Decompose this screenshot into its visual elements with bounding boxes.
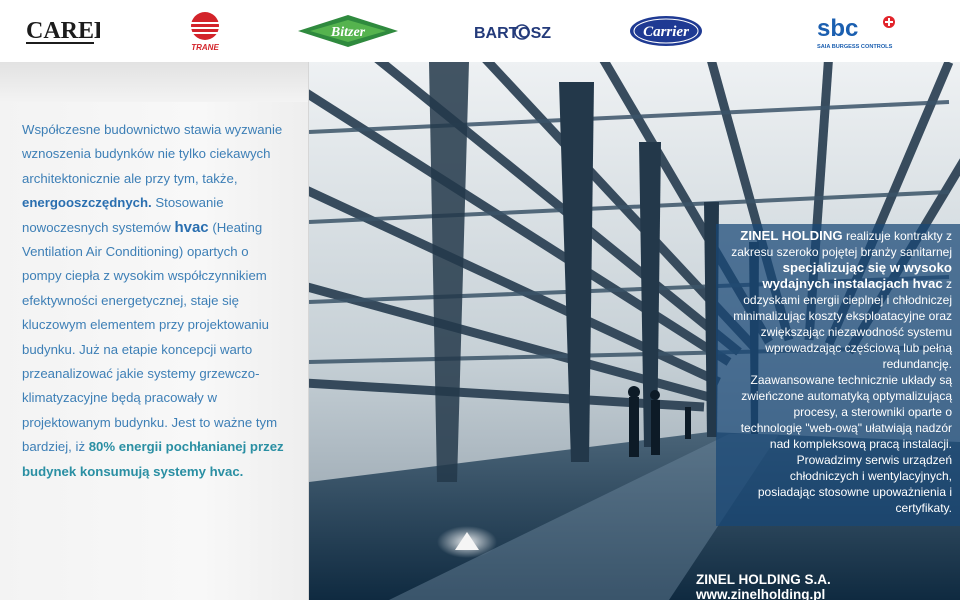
intro-line: energooszczędnych. Stosowanie (22, 195, 224, 211)
svg-text:sbc: sbc (817, 15, 858, 42)
intro-line: projektowanym budynku. Jest to ważne tym (22, 414, 278, 430)
intro-line: Ventilation Air Conditioning) opartych o (22, 244, 249, 260)
intro-line: budynek konsumują systemy hvac. (22, 463, 244, 479)
info-line: chłodniczych i wentylacyjnych, (789, 469, 952, 483)
carel-logo: CAREL (20, 0, 100, 62)
sbc-cross-icon (883, 16, 895, 28)
info-line: Prowadzimy serwis urządzeń (796, 453, 952, 467)
intro-line: budynku. Już na etapie koncepcji warto (22, 341, 253, 357)
info-line: nad kompleksową pracą instalacji. (769, 437, 952, 451)
bitzer-logo: Bitzer (296, 0, 400, 62)
svg-text:Bitzer: Bitzer (330, 25, 366, 40)
info-line: procesy, a sterowniki oparte o (793, 405, 952, 419)
info-line: redundancję. (882, 357, 952, 371)
info-line: ZINEL HOLDING realizuje kontrakty z (740, 228, 952, 243)
svg-text:SAIA BURGESS CONTROLS: SAIA BURGESS CONTROLS (817, 44, 893, 50)
company-name: ZINEL HOLDING (740, 228, 843, 243)
svg-text:BARTOSZ: BARTOSZ (474, 25, 551, 42)
svg-text:CAREL: CAREL (26, 18, 100, 44)
sbc-logo: sbc SAIA BURGESS CONTROLS (815, 0, 901, 62)
bartosz-logo: BARTOSZ (470, 0, 560, 62)
info-line: minimalizując koszty eksploatacyjne oraz (733, 309, 952, 323)
intro-line: przeanalizować jakie systemy grzewczo- (22, 366, 260, 382)
trane-logo: TRANE (182, 0, 228, 62)
info-line: posiadając stosowne upoważnienia i (757, 485, 952, 499)
intro-line: efektywności energetycznej, staje się (22, 292, 239, 308)
intro-line: nowoczesnych systemów hvac (Heating (22, 218, 263, 236)
keyword-energy: energooszczędnych. (22, 195, 152, 211)
carrier-logo: Carrier (628, 0, 706, 62)
info-line: zwieńczone automatyką optymalizującą (741, 389, 952, 403)
panel-top-shade (0, 62, 308, 102)
info-line: odzyskami energii cieplnej i chłodniczej (743, 293, 952, 307)
svg-text:TRANE: TRANE (191, 43, 219, 52)
intro-line: Współczesne budownictwo stawia wyzwanie (22, 122, 283, 137)
info-line: wydajnych instalacjach hvac z (762, 276, 952, 291)
info-line: specjalizując się w wysoko (782, 260, 952, 275)
intro-line: bardziej, iż 80% energii pochłanianej pr… (22, 439, 284, 455)
info-line: Zaawansowane technicznie układy są (750, 373, 952, 387)
footer-company-url: ZINEL HOLDING S.A. www.zinelholding.pl (696, 572, 831, 602)
info-line: zakresu szeroko pojętej branży sanitarne… (731, 245, 952, 259)
intro-line: pompy ciepła z wysokim współczynnikiem (22, 268, 267, 284)
intro-line: wznoszenia budynków nie tylko ciekawych (22, 146, 271, 162)
info-line: zwiększając niezawodność systemu (760, 325, 952, 339)
keyword-energy-stat: 80% energii pochłanianej przez (88, 439, 284, 455)
logo-bar: CAREL TRANE Bitzer BARTOSZ Carrier (0, 0, 960, 62)
intro-line: architektonicznie ale przy tym, także, (22, 170, 238, 186)
svg-text:Carrier: Carrier (643, 24, 689, 40)
info-line: wprowadzając częściową lub pełną (765, 341, 952, 355)
intro-line: klimatyzacyjne będą pracowały w (22, 390, 217, 406)
company-info-text: ZINEL HOLDING realizuje kontrakty z zakr… (724, 228, 952, 516)
keyword-hvac: hvac (174, 218, 209, 236)
intro-line: kluczowym elementem przy projektowaniu (22, 317, 269, 333)
intro-text: Współczesne budownictwo stawia wyzwanie … (22, 118, 292, 484)
info-line: certyfikaty. (895, 501, 952, 515)
info-line: technologię "web-ową" ułatwiają nadzór (740, 421, 952, 435)
